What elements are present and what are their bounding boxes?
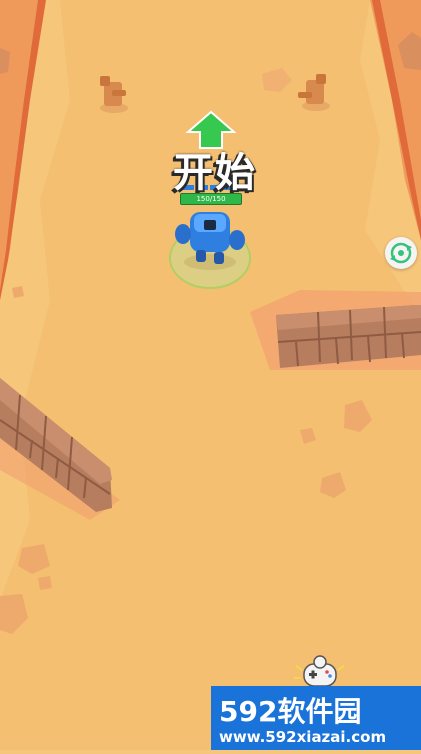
arena-map <box>0 0 421 750</box>
player-health-bar: 150/150 <box>180 193 242 205</box>
refresh-icon <box>390 242 412 264</box>
watermark-title: 592软件园 <box>219 695 362 728</box>
watermark-url: www.592xiazai.com <box>219 728 387 746</box>
player-health-text: 150/150 <box>196 195 226 203</box>
watermark-banner: 592软件园 www.592xiazai.com <box>211 686 421 750</box>
ground-patch <box>12 286 24 298</box>
side-refresh-button[interactable] <box>385 237 417 269</box>
start-label[interactable]: 开始 <box>150 140 280 198</box>
game-scene[interactable]: 开始 150/150 592软件园 www.592xiazai.com <box>0 0 421 750</box>
ground-patch <box>38 576 52 590</box>
